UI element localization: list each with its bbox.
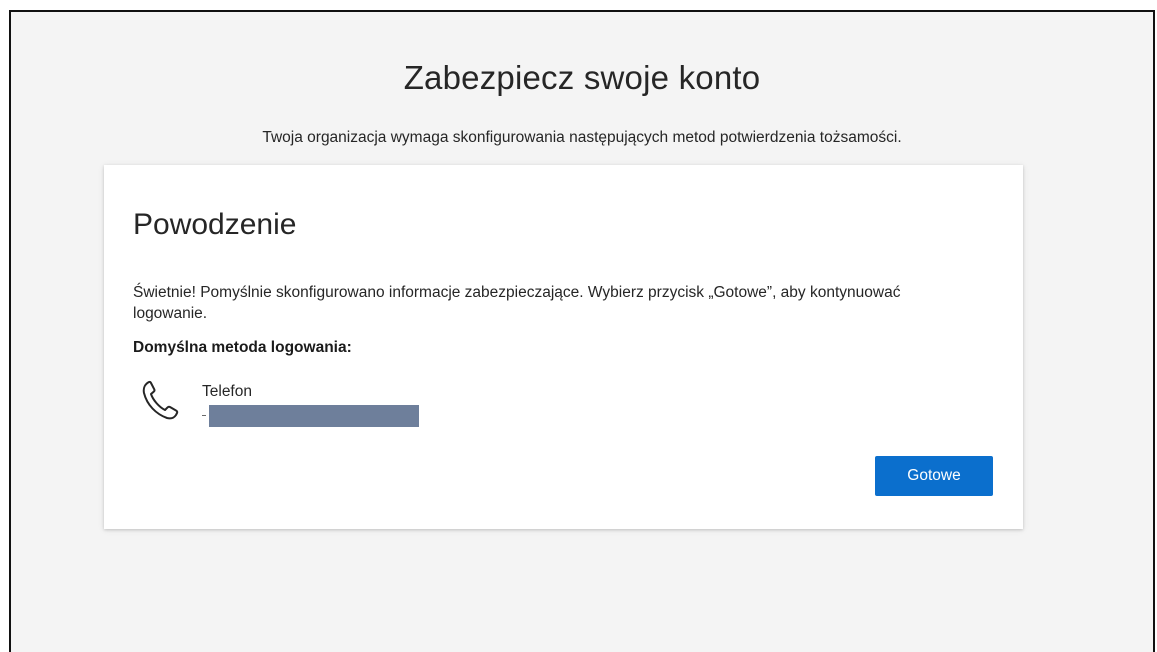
page-title: Zabezpiecz swoje konto — [403, 59, 761, 96]
done-button[interactable]: Gotowe — [875, 456, 993, 496]
default-method-item: Telefon — [140, 378, 540, 438]
page-subtitle: Twoja organizacja wymaga skonfigurowania… — [262, 129, 902, 146]
method-phone-number-redacted — [202, 405, 422, 427]
success-card: Powodzenie Świetnie! Pomyślnie skonfigur… — [104, 165, 1023, 529]
method-name: Telefon — [202, 383, 252, 400]
card-title: Powodzenie — [133, 208, 297, 241]
phone-icon — [140, 378, 180, 422]
redaction-block — [209, 405, 419, 427]
redaction-dash — [202, 415, 206, 416]
success-message: Świetnie! Pomyślnie skonfigurowano infor… — [133, 284, 901, 322]
app-window: Zabezpiecz swoje konto Twoja organizacja… — [9, 10, 1155, 652]
default-method-label: Domyślna metoda logowania: — [133, 339, 352, 356]
